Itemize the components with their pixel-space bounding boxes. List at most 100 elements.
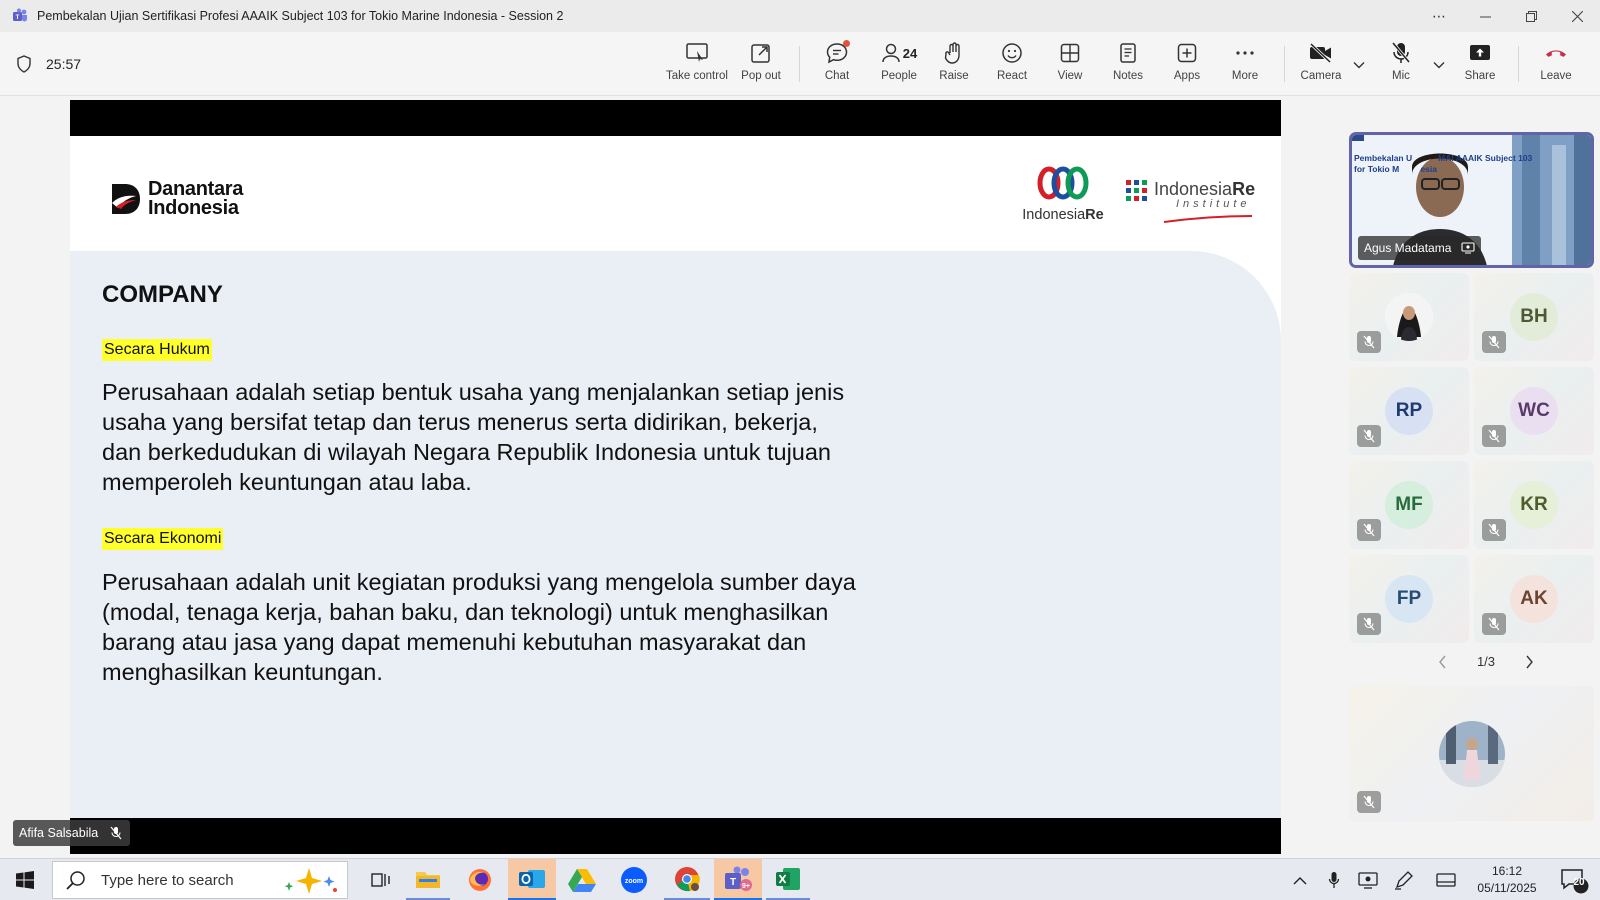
pop-out-button[interactable]: Pop out bbox=[735, 40, 787, 90]
mic-off-icon bbox=[1488, 523, 1500, 537]
muted-indicator bbox=[1357, 425, 1381, 447]
share-button[interactable]: Share bbox=[1457, 40, 1503, 90]
camera-options-dropdown[interactable] bbox=[1352, 58, 1366, 72]
view-label: View bbox=[1057, 70, 1083, 82]
react-button[interactable]: React bbox=[990, 40, 1034, 90]
camera-off-icon bbox=[1309, 42, 1332, 64]
minimize-button[interactable] bbox=[1462, 0, 1508, 32]
chevron-left-icon[interactable] bbox=[1438, 655, 1448, 669]
take-control-label: Take control bbox=[665, 70, 728, 82]
taskbar-app-file-explorer[interactable] bbox=[406, 859, 450, 900]
notification-center-button[interactable]: 20 bbox=[1554, 859, 1594, 900]
participant-tile[interactable]: RP bbox=[1349, 367, 1469, 455]
window-title: Pembekalan Ujian Sertifikasi Profesi AAA… bbox=[37, 9, 564, 23]
participant-tile[interactable]: AK bbox=[1474, 555, 1594, 643]
mic-button[interactable]: Mic bbox=[1378, 40, 1424, 90]
share-screen-icon bbox=[1470, 45, 1490, 60]
speaker-slide-text-d: esia bbox=[1420, 164, 1437, 174]
mic-options-dropdown[interactable] bbox=[1432, 58, 1446, 72]
muted-indicator bbox=[1357, 519, 1381, 541]
raise-label: Raise bbox=[939, 70, 969, 82]
start-button[interactable] bbox=[0, 859, 50, 900]
taskbar-app-chrome[interactable] bbox=[664, 859, 710, 900]
muted-indicator bbox=[1482, 331, 1506, 353]
clock-time: 16:12 bbox=[1491, 864, 1523, 878]
screen-capture-icon bbox=[1358, 872, 1378, 889]
timer-text: 25:57 bbox=[46, 56, 82, 72]
participant-tile[interactable]: WC bbox=[1474, 367, 1594, 455]
mic-off-icon bbox=[1488, 335, 1500, 349]
svg-text:T: T bbox=[16, 15, 20, 21]
leave-button[interactable]: Leave bbox=[1533, 40, 1579, 90]
camera-label: Camera bbox=[1300, 70, 1342, 82]
hang-up-icon bbox=[1546, 50, 1566, 57]
taskbar-app-zoom[interactable]: zoom bbox=[612, 859, 656, 900]
speaker-slide-text-b: MAI AAAIK Subject 103 bbox=[1438, 153, 1533, 163]
zoom-icon: zoom bbox=[621, 867, 647, 893]
taskbar-search-box[interactable]: Type here to search bbox=[52, 861, 348, 899]
view-button[interactable]: View bbox=[1048, 40, 1092, 90]
taskbar-app-firefox[interactable] bbox=[458, 859, 502, 900]
tray-touch-keyboard[interactable] bbox=[1432, 859, 1460, 900]
more-options-button[interactable]: ⋯ bbox=[1416, 0, 1462, 32]
taskbar-app-outlook[interactable] bbox=[508, 859, 556, 900]
participant-avatar: WC bbox=[1510, 387, 1558, 435]
participant-tile[interactable] bbox=[1349, 273, 1469, 361]
self-profile-photo bbox=[1439, 721, 1505, 787]
participant-tile[interactable]: MF bbox=[1349, 461, 1469, 549]
taskbar-app-google-drive[interactable] bbox=[560, 859, 604, 900]
apps-label: Apps bbox=[1173, 70, 1201, 82]
participant-tile[interactable]: BH bbox=[1474, 273, 1594, 361]
indonesia-re-institute-logo: IndonesiaRe Institute bbox=[1126, 180, 1255, 228]
teams-icon: T 9+ bbox=[725, 866, 752, 891]
muted-indicator bbox=[1357, 791, 1381, 813]
people-count: 24 bbox=[902, 45, 918, 61]
screen-sharing-icon bbox=[1461, 242, 1475, 254]
people-label: People bbox=[881, 70, 917, 82]
show-hidden-icons-button[interactable] bbox=[1286, 859, 1314, 900]
irei-text-a: Indonesia bbox=[1154, 179, 1233, 199]
toolbar-divider bbox=[799, 46, 800, 82]
participant-pager: 1/3 bbox=[1438, 654, 1534, 669]
tray-screen-share[interactable] bbox=[1354, 859, 1382, 900]
notes-icon bbox=[1120, 43, 1136, 63]
keyboard-icon bbox=[1436, 873, 1456, 887]
take-control-button[interactable]: Take control bbox=[665, 40, 729, 90]
search-placeholder: Type here to search bbox=[101, 871, 234, 889]
svg-text:zoom: zoom bbox=[625, 878, 643, 885]
notification-count: 20 bbox=[1573, 877, 1585, 888]
taskbar-clock[interactable]: 16:12 05/11/2025 bbox=[1466, 863, 1548, 897]
apps-button[interactable]: Apps bbox=[1165, 40, 1209, 90]
close-button[interactable] bbox=[1554, 0, 1600, 32]
more-button[interactable]: More bbox=[1223, 40, 1267, 90]
pop-out-icon bbox=[751, 44, 770, 63]
microphone-icon bbox=[1328, 872, 1340, 888]
taskbar-app-excel[interactable] bbox=[766, 859, 810, 900]
windows-logo-icon bbox=[16, 871, 34, 889]
taskbar-app-teams[interactable]: T 9+ bbox=[714, 859, 762, 900]
clock-date: 05/11/2025 bbox=[1477, 881, 1537, 895]
restore-button[interactable] bbox=[1508, 0, 1554, 32]
tray-pen[interactable] bbox=[1390, 859, 1418, 900]
mic-off-icon bbox=[1363, 429, 1375, 443]
chat-button[interactable]: Chat bbox=[814, 40, 860, 90]
toolbar-divider bbox=[1284, 46, 1285, 82]
presenter-name: Afifa Salsabila bbox=[19, 826, 99, 840]
title-bar: T Pembekalan Ujian Sertifikasi Profesi A… bbox=[0, 0, 1600, 32]
shield-icon bbox=[17, 55, 31, 73]
meeting-toolbar: 25:57 Take control Pop out Chat 24 Peopl… bbox=[0, 32, 1600, 96]
participant-tile[interactable]: KR bbox=[1474, 461, 1594, 549]
task-view-button[interactable] bbox=[360, 859, 402, 900]
notes-button[interactable]: Notes bbox=[1106, 40, 1150, 90]
more-dots-icon bbox=[1236, 51, 1254, 55]
share-label: Share bbox=[1464, 70, 1496, 82]
camera-button[interactable]: Camera bbox=[1298, 40, 1344, 90]
chevron-right-icon[interactable] bbox=[1524, 655, 1534, 669]
ire-text-b: Re bbox=[1085, 207, 1104, 223]
participant-tile[interactable]: FP bbox=[1349, 555, 1469, 643]
self-video-tile[interactable] bbox=[1349, 686, 1594, 821]
people-button[interactable]: 24 People bbox=[874, 40, 924, 90]
tray-microphone[interactable] bbox=[1320, 859, 1348, 900]
active-speaker-tile[interactable]: Pembekalan U MAI AAAIK Subject 103 for T… bbox=[1349, 132, 1594, 268]
raise-hand-button[interactable]: Raise bbox=[932, 40, 976, 90]
